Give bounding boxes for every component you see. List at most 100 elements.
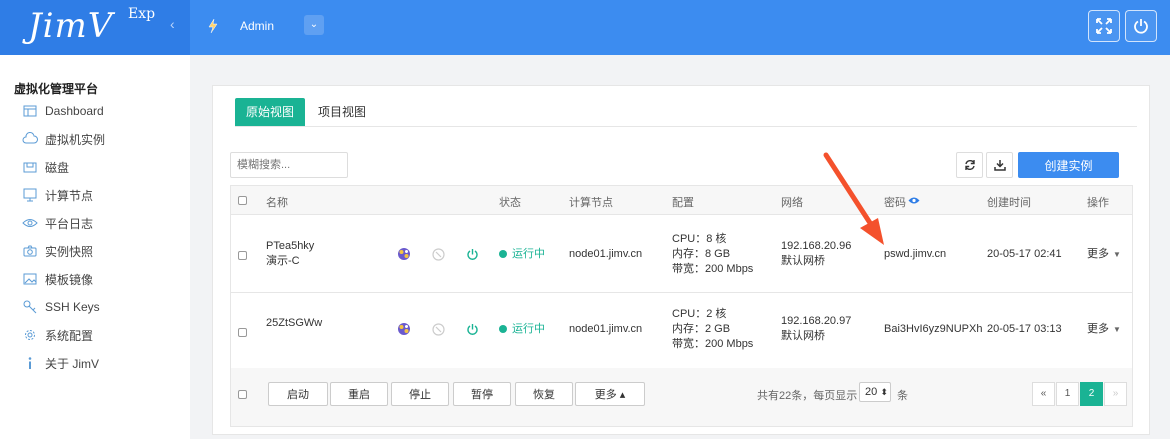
col-status[interactable]: 状态 <box>499 194 521 210</box>
sidebar-item-instances[interactable]: 虚拟机实例 <box>22 129 182 149</box>
edition-label: Exp <box>128 6 156 22</box>
status-cell: 运行中 <box>499 247 545 262</box>
select-all-checkbox[interactable] <box>238 196 247 205</box>
admin-username[interactable]: Admin <box>240 19 274 33</box>
power-toggle-icon[interactable] <box>466 323 479 336</box>
prev-page-button[interactable]: « <box>1032 382 1055 406</box>
caret-down-icon: ▼ <box>1113 250 1121 259</box>
show-password-eye-icon[interactable] <box>908 196 920 205</box>
running-status-dot <box>499 325 507 333</box>
image-icon <box>23 273 37 285</box>
console-icon[interactable] <box>432 248 445 261</box>
instances-table: 名称 状态 计算节点 配置 网络 密码 创建时间 操作 PTea5hky 演示-… <box>230 185 1133 427</box>
more-actions-dropdown[interactable]: 更多 ▼ <box>1087 247 1121 262</box>
sidebar-item-label: 磁盘 <box>45 160 70 175</box>
sidebar-item-dashboard[interactable]: Dashboard <box>22 101 182 121</box>
col-node[interactable]: 计算节点 <box>569 194 613 210</box>
sidebar-item-label: 模板镜像 <box>45 272 94 287</box>
page-size-select[interactable]: 20 ⬍ <box>859 382 891 402</box>
search-input[interactable] <box>230 152 348 178</box>
os-icon <box>398 248 410 260</box>
sidebar-item-nodes[interactable]: 计算节点 <box>22 185 182 205</box>
more-label: 更多 <box>1087 248 1109 260</box>
view-tabs: 原始视图 项目视图 <box>235 98 379 126</box>
table-row: 25ZtSGWw 运行中 node01.jimv.cn CPU：2 核 内存：2… <box>231 293 1132 369</box>
row-checkbox[interactable] <box>238 251 247 260</box>
gear-icon <box>25 330 35 340</box>
sidebar-item-settings[interactable]: 系统配置 <box>22 325 182 345</box>
tab-project-view[interactable]: 项目视图 <box>307 98 377 126</box>
sidebar-item-logs[interactable]: 平台日志 <box>22 213 182 233</box>
bandwidth-cell: 带宽：200 Mbps <box>672 338 754 350</box>
status-cell: 运行中 <box>499 322 545 337</box>
stop-button[interactable]: 停止 <box>391 382 449 406</box>
admin-avatar <box>208 18 218 34</box>
col-actions: 操作 <box>1087 197 1109 209</box>
refresh-icon <box>965 159 975 171</box>
created-cell: 20-05-17 03:13 <box>987 323 1062 335</box>
cpu-cell: CPU：2 核 <box>672 308 727 320</box>
sidebar-item-label: 平台日志 <box>45 216 94 231</box>
sidebar-item-disks[interactable]: 磁盘 <box>22 157 182 177</box>
disk-icon <box>23 162 37 173</box>
sidebar-item-label: Dashboard <box>45 104 104 118</box>
sidebar-item-templates[interactable]: 模板镜像 <box>22 269 182 289</box>
refresh-button[interactable] <box>956 152 983 178</box>
resume-button[interactable]: 恢复 <box>515 382 573 406</box>
caret-down-icon: ▼ <box>1113 325 1121 334</box>
instance-remark: 演示-C <box>266 255 300 267</box>
password-cell: Bai3HvI6yz9NUPXh <box>884 323 983 335</box>
tab-original-view[interactable]: 原始视图 <box>235 98 306 126</box>
brand-area: JimV Exp ‹ <box>0 0 190 55</box>
power-icon <box>1134 19 1148 34</box>
user-dropdown-icon[interactable]: ⌄ <box>304 15 324 35</box>
restart-button[interactable]: 重启 <box>330 382 388 406</box>
instance-name[interactable]: 25ZtSGWw <box>266 316 322 331</box>
fullscreen-button[interactable] <box>1088 10 1120 42</box>
sidebar-collapse-icon[interactable]: ‹ <box>170 16 175 32</box>
col-config[interactable]: 配置 <box>672 194 694 210</box>
table-row: PTea5hky 演示-C 运行中 node01.jimv.cn CPU：8 核… <box>231 216 1132 293</box>
row-checkbox[interactable] <box>238 328 247 337</box>
sidebar-item-about[interactable]: 关于 JimV <box>22 353 182 373</box>
page-size-unit: 条 <box>897 390 908 402</box>
brand-logo[interactable]: JimV <box>28 6 113 46</box>
instance-name[interactable]: PTea5hky <box>266 239 314 254</box>
power-toggle-icon[interactable] <box>466 248 479 261</box>
sidebar-item-label: 虚拟机实例 <box>45 132 106 147</box>
sidebar-item-label: SSH Keys <box>45 300 100 314</box>
sidebar-item-label: 系统配置 <box>45 328 94 343</box>
console-icon[interactable] <box>432 323 445 336</box>
page-1-button[interactable]: 1 <box>1056 382 1079 406</box>
sidebar-item-label: 关于 JimV <box>45 356 100 371</box>
more-batch-actions-button[interactable]: 更多 ▴ <box>575 382 645 406</box>
os-icon <box>398 323 410 335</box>
more-label: 更多 <box>1087 323 1109 335</box>
sidebar-item-snapshots[interactable]: 实例快照 <box>22 241 182 261</box>
col-password[interactable]: 密码 <box>884 194 906 210</box>
bridge-cell: 默认网桥 <box>781 255 825 267</box>
create-instance-button[interactable]: 创建实例 <box>1018 152 1119 178</box>
memory-cell: 内存：8 GB <box>672 248 731 260</box>
bridge-cell: 默认网桥 <box>781 330 825 342</box>
download-button[interactable] <box>986 152 1013 178</box>
status-text: 运行中 <box>512 323 545 335</box>
next-page-button[interactable]: » <box>1104 382 1127 406</box>
download-icon <box>994 160 1006 171</box>
logout-button[interactable] <box>1125 10 1157 42</box>
sidebar-item-ssh-keys[interactable]: SSH Keys <box>22 297 182 317</box>
table-footer: 启动 重启 停止 暂停 恢复 更多 ▴ 共有22条，每页显示： 20 ⬍ 条 «… <box>231 368 1132 426</box>
sidebar-item-label: 计算节点 <box>45 188 94 203</box>
pause-button[interactable]: 暂停 <box>453 382 511 406</box>
page-2-button[interactable]: 2 <box>1080 382 1103 406</box>
col-network[interactable]: 网络 <box>781 194 803 210</box>
start-button[interactable]: 启动 <box>268 382 328 406</box>
sidebar: 虚拟化管理平台 Dashboard 虚拟机实例 磁盘 计算节点 平台日志 实例快… <box>0 55 190 439</box>
more-actions-dropdown[interactable]: 更多 ▼ <box>1087 322 1121 337</box>
footer-select-all-checkbox[interactable] <box>238 390 247 399</box>
sidebar-title: 虚拟化管理平台 <box>14 82 99 96</box>
col-created[interactable]: 创建时间 <box>987 194 1031 210</box>
col-name[interactable]: 名称 <box>266 194 288 210</box>
fullscreen-icon <box>1096 18 1112 34</box>
password-cell: pswd.jimv.cn <box>884 248 947 260</box>
